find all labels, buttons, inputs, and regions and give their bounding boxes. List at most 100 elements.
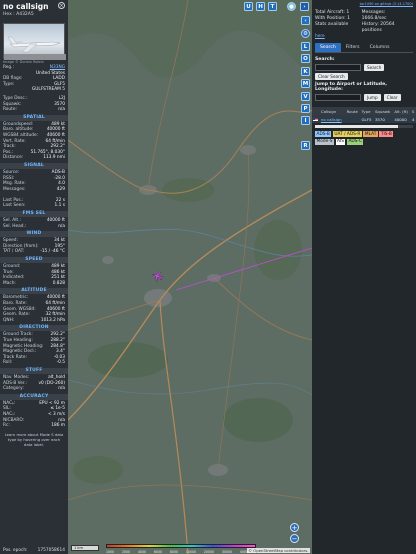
- layers-icon[interactable]: ●: [287, 2, 296, 11]
- detail-row: Category: n/a: [0, 386, 68, 392]
- type-cell: GLF5: [360, 115, 374, 123]
- detail-value: 1013.2 hPa: [40, 317, 65, 323]
- detail-value: -15 / -46 °C: [40, 249, 65, 255]
- github-link[interactable]: tar1090 on github (3.14.1700): [312, 0, 416, 8]
- detail-row: Sel. Head.: n/a: [0, 224, 68, 230]
- epoch-label: Pos. epoch:: [3, 548, 28, 553]
- section-body: Groundspeed: 489 kt Baro. altitude: 40000 f…: [0, 122, 68, 161]
- route-cell: [345, 115, 361, 123]
- epoch-value: 1757058614: [37, 548, 65, 553]
- section-header: ACCURACY: [0, 393, 68, 400]
- section-header: SPATIAL: [0, 114, 68, 121]
- search-input[interactable]: [315, 64, 361, 71]
- detail-value: 429: [56, 186, 65, 192]
- close-icon[interactable]: ×: [58, 2, 65, 9]
- source-legend: ADS-B UAT / ADS-R MLAT TIS-B Mode-S AIS ADS-C: [312, 128, 416, 145]
- map-toggle-t[interactable]: T: [268, 2, 277, 11]
- legend-tag: ADS-C: [346, 138, 364, 145]
- clear-jump-button[interactable]: Clear: [383, 94, 401, 101]
- clear-search-button[interactable]: Clear Search: [315, 73, 348, 80]
- history-unit: positions: [361, 28, 382, 33]
- aircraft-fields-2: Type Desc.: L2J Squawk: 3570 Route: n/a: [0, 96, 68, 113]
- map-toggle-u[interactable]: U: [244, 2, 253, 11]
- jump-input[interactable]: [315, 94, 361, 101]
- aircraft-table: Callsign Route Type Squawk Alt. (ft) S no cal…: [312, 107, 416, 123]
- detail-label: Category:: [3, 386, 24, 392]
- settings-gear-icon[interactable]: ⚙: [301, 29, 310, 38]
- map-toggle-m[interactable]: M: [301, 79, 310, 89]
- detail-label: Rc:: [3, 423, 10, 429]
- tab-columns[interactable]: Columns: [365, 43, 395, 52]
- speed-cell: 4: [410, 115, 416, 123]
- panel-tabs: Search Filters Columns: [315, 43, 413, 53]
- table-scrollbar[interactable]: [315, 125, 413, 128]
- detail-label: Sel. Head.:: [3, 223, 27, 229]
- detail-label: Route:: [3, 107, 17, 113]
- detail-label: Mach:: [3, 280, 16, 286]
- map-toggle-v[interactable]: V: [301, 91, 310, 101]
- search-button[interactable]: Search: [364, 64, 385, 71]
- tab-search[interactable]: Search: [315, 43, 341, 52]
- detail-row: TAT / OAT: -15 / -46 °C: [0, 249, 68, 255]
- map-toggle-p[interactable]: P: [301, 104, 310, 113]
- column-header[interactable]: Route: [345, 107, 361, 115]
- section-body: Nav. Modes: alt_hold ADS-B Ver.: v0 (DO-260…: [0, 375, 68, 392]
- aircraft-detail-panel: no callsign Hex : A432A5 × Image © Dorwi…: [0, 0, 68, 554]
- position-epoch: Pos. epoch: 1757058614: [0, 547, 68, 554]
- map-toggle-k[interactable]: K: [301, 66, 310, 76]
- hex-value: A432A5: [16, 12, 34, 17]
- map-attribution[interactable]: © OpenStreetMap contributors.: [246, 548, 310, 553]
- tab-filters[interactable]: Filters: [341, 43, 365, 52]
- search-section: Search: Search Clear Search Jump to Airp…: [312, 53, 416, 101]
- detail-value: GULFSTREAM 5: [31, 87, 65, 93]
- section-body: Barometric: 40000 ft Baro. Rate: 64 ft/min G…: [0, 295, 68, 323]
- section-header: WIND: [0, 231, 68, 238]
- detail-value: 186 m: [51, 423, 65, 429]
- flag-cell: [312, 115, 320, 123]
- section-header: SIGNAL: [0, 162, 68, 169]
- map-toggle-i[interactable]: I: [301, 116, 310, 126]
- section-header: ALTITUDE: [0, 288, 68, 295]
- map-toggle-r[interactable]: R: [301, 140, 310, 150]
- legend-tag: MLAT: [363, 131, 378, 137]
- detail-row: Roll: -0.5: [0, 360, 68, 366]
- detail-label: QNH:: [3, 317, 15, 323]
- section-body: Source: ADS-B RSSI: -28.0 Msg. Rate: 4.0 Messa…: [0, 170, 68, 209]
- map-toggle-l[interactable]: L: [301, 42, 310, 51]
- aircraft-list-panel: tar1090 on github (3.14.1700) Total Airc…: [312, 0, 416, 554]
- jump-button[interactable]: Jump: [364, 94, 381, 101]
- altitude-tick-label: 4000: [137, 550, 147, 554]
- us-flag-icon: [313, 117, 318, 122]
- aircraft-photo[interactable]: [3, 23, 66, 60]
- section-header: FMS SEL: [0, 211, 68, 218]
- map-toggle-h[interactable]: H: [256, 2, 265, 11]
- column-header[interactable]: Type: [360, 107, 374, 115]
- altitude-tick-label: 2000: [121, 550, 131, 554]
- stats-link[interactable]: here: [312, 34, 416, 39]
- section-body: Speed: 34 kt Direction (from): 195° TAT / OA…: [0, 238, 68, 255]
- section-body: Ground Track: 292.2° True Heading: 288.2° Ma…: [0, 332, 68, 366]
- column-header[interactable]: Callsign: [319, 107, 346, 115]
- collapse-left-icon[interactable]: ‹: [301, 16, 310, 25]
- altitude-tick-label: 6000: [153, 550, 163, 554]
- table-row[interactable]: no callsign GLF5 3570 40000 4: [312, 115, 416, 123]
- column-header[interactable]: Alt. (ft): [393, 107, 411, 115]
- column-header[interactable]: [312, 107, 320, 115]
- aircraft-hex: Hex : A432A5: [3, 12, 65, 17]
- panel-toggle-button[interactable]: ›: [300, 2, 309, 11]
- map-view[interactable]: ● › ‹ ⚙ + − 1 km 1000 2000 4000 6000 8000 100…: [68, 0, 312, 554]
- detail-value: n/a: [58, 107, 65, 113]
- map-scale: 1 km: [71, 545, 99, 551]
- column-header[interactable]: Squawk: [373, 107, 394, 115]
- detail-row: QNH: 1013.2 hPa: [0, 318, 68, 324]
- column-header[interactable]: S: [410, 107, 416, 115]
- legend-tag: AIS: [335, 138, 346, 145]
- altitude-tick-label: 30000: [221, 550, 232, 554]
- zoom-in-button[interactable]: +: [290, 523, 299, 532]
- detail-value: n/a: [58, 386, 65, 392]
- map-toggle-o[interactable]: O: [301, 54, 310, 64]
- detail-row: Distance: 113.9 nmi: [0, 155, 68, 161]
- callsign-cell[interactable]: no callsign: [319, 115, 346, 123]
- map-base: [68, 0, 312, 554]
- zoom-out-button[interactable]: −: [290, 534, 299, 543]
